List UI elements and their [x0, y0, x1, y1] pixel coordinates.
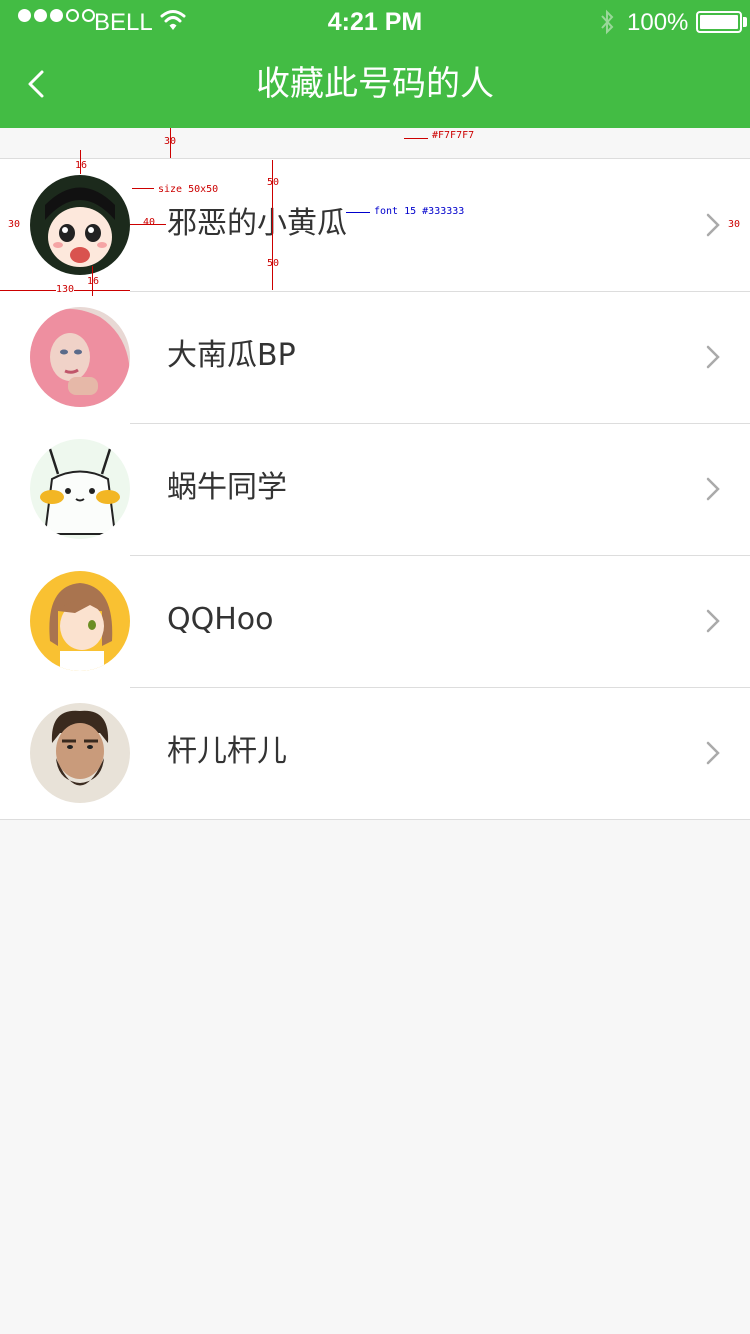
- annotation-right-pad: 30: [728, 219, 741, 230]
- annotation-row-top: 50: [267, 177, 280, 188]
- status-bar: BELL 4:21 PM 100%: [0, 0, 750, 44]
- annotation-text-gap: 40: [143, 217, 156, 228]
- bluetooth-icon: [601, 9, 614, 35]
- anime-girl-avatar-icon: [30, 175, 130, 275]
- annotation-avatar-col: 130: [56, 284, 75, 295]
- list-item[interactable]: QQHoo: [0, 555, 750, 687]
- annotation-avatar-top: 16: [75, 160, 88, 171]
- annotation-bg-color: #F7F7F7: [432, 130, 475, 141]
- pikachu-avatar-icon: [30, 439, 130, 539]
- nav-header: BELL 4:21 PM 100% 收藏此号码的人: [0, 0, 750, 128]
- annotation-top-gap: 30: [164, 136, 177, 147]
- chevron-right-icon: [706, 213, 720, 237]
- annotation-left-pad: 30: [8, 219, 21, 230]
- battery-icon: [696, 11, 742, 33]
- bearded-man-avatar-icon: [30, 703, 130, 803]
- list-item[interactable]: 蜗牛同学: [0, 423, 750, 555]
- annotation-avatar-size: size 50x50: [158, 184, 219, 195]
- person-name: 大南瓜BP: [167, 338, 296, 373]
- person-name: 蜗牛同学: [167, 470, 287, 505]
- person-name: 杆儿杆儿: [167, 734, 287, 769]
- person-name: 邪恶的小黄瓜: [167, 206, 347, 241]
- battery-percent: 100%: [627, 9, 689, 36]
- list-item[interactable]: 大南瓜BP: [0, 291, 750, 423]
- page-title: 收藏此号码的人: [256, 64, 494, 104]
- list-item[interactable]: 杆儿杆儿: [0, 687, 750, 819]
- orange-hair-girl-avatar-icon: [30, 571, 130, 671]
- pink-hair-avatar-icon: [30, 307, 130, 407]
- chevron-right-icon: [706, 741, 720, 765]
- annotation-font: font 15 #333333: [374, 206, 465, 217]
- annotation-row-bottom: 50: [267, 258, 280, 269]
- person-name: QQHoo: [167, 602, 274, 637]
- chevron-right-icon: [706, 477, 720, 501]
- chevron-right-icon: [706, 609, 720, 633]
- chevron-right-icon: [706, 345, 720, 369]
- list-item[interactable]: 邪恶的小黄瓜: [0, 159, 750, 291]
- people-list: 邪恶的小黄瓜 大南瓜BP 蜗牛同学 QQHoo 杆儿杆儿: [0, 158, 750, 820]
- annotation-avatar-bottom: 16: [87, 276, 100, 287]
